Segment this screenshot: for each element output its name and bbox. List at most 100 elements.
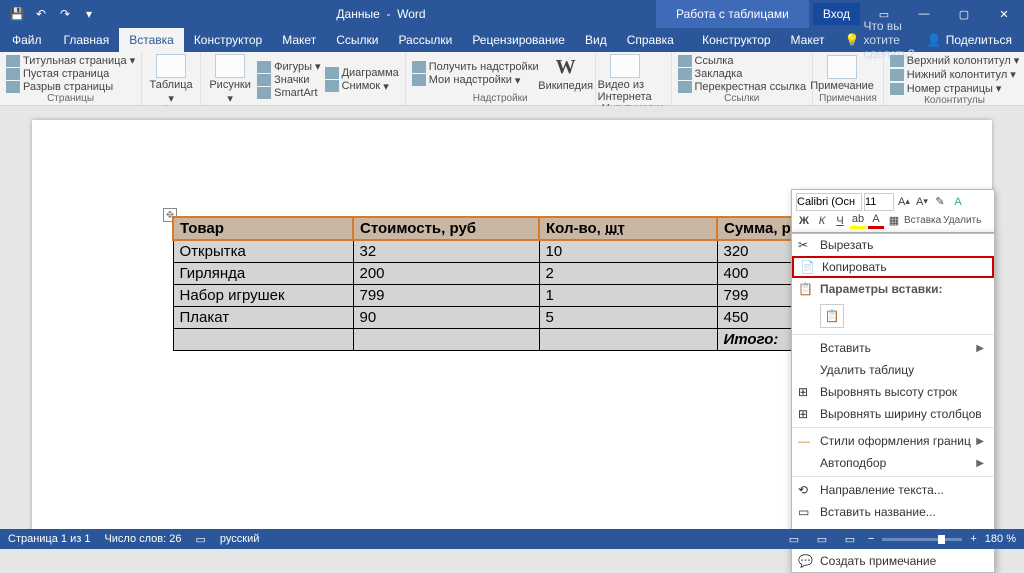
doc-name: Данные [336,7,379,21]
zoom-in-icon[interactable]: + [970,533,976,545]
contextual-tab-title: Работа с таблицами [656,0,809,28]
online-video-button[interactable]: Видео из Интернета [602,54,648,103]
ctx-autofit[interactable]: Автоподбор▶ [792,452,994,474]
group-label: Ссылки [678,93,807,105]
maximize-icon[interactable]: ▢ [944,0,984,28]
header-cell[interactable]: Кол-во, шт [539,217,717,240]
header-cell[interactable]: Стоимость, руб [353,217,539,240]
italic-button[interactable]: К [814,213,830,229]
footer-button[interactable]: Нижний колонтитул ▾ [890,68,1019,81]
screenshot-button[interactable]: Снимок ▾ [325,80,399,93]
group-addins: Получить надстройки Мои надстройки ▾ WВи… [406,52,596,105]
font-size-select[interactable] [864,193,894,211]
status-proofing-icon[interactable]: ▭ [196,533,206,546]
smartart-button[interactable]: SmartArt [257,87,320,99]
table-button[interactable]: Таблица▾ [148,54,194,105]
zoom-slider[interactable] [882,538,962,541]
ribbon: Титульная страница ▾ Пустая страница Раз… [0,52,1024,106]
ctx-insert-caption[interactable]: ▭Вставить название... [792,501,994,523]
share-button[interactable]: 👤 Поделиться [915,28,1024,52]
pictures-icon [215,54,245,78]
status-page[interactable]: Страница 1 из 1 [8,533,90,545]
cut-icon: ✂ [798,238,812,252]
redo-icon[interactable]: ↷ [54,3,76,25]
comment-button[interactable]: Примечание [819,55,865,92]
undo-icon[interactable]: ↶ [30,3,52,25]
ctx-insert[interactable]: Вставить▶ [792,337,994,359]
my-addins-button[interactable]: Мои надстройки ▾ [412,74,539,87]
borders-icon[interactable]: ▦ [886,213,902,229]
screenshot-icon [325,80,339,92]
qat-customize-icon[interactable]: ▾ [78,3,100,25]
close-icon[interactable]: ✕ [984,0,1024,28]
delete-label[interactable]: Удалить [943,215,981,226]
tab-home[interactable]: Главная [54,28,120,52]
ctx-delete-table[interactable]: Удалить таблицу [792,359,994,381]
caption-icon: ▭ [798,505,812,519]
bookmark-button[interactable]: Закладка [678,68,807,80]
status-language[interactable]: русский [220,533,259,545]
blank-page-button[interactable]: Пустая страница [6,68,135,80]
table-icon [156,54,186,78]
link-button[interactable]: Ссылка [678,55,807,67]
blank-page-icon [6,68,20,80]
highlight-icon[interactable]: ab [850,213,866,229]
web-layout-icon[interactable]: ▭ [840,531,860,547]
paste-keep-formatting-icon[interactable]: 📋 [820,304,844,328]
zoom-out-icon[interactable]: − [868,533,874,545]
underline-button[interactable]: Ч [832,213,848,229]
save-icon[interactable]: 💾 [6,3,28,25]
get-addins-button[interactable]: Получить надстройки [412,61,539,73]
ctx-copy[interactable]: 📄Копировать [792,256,994,278]
font-color-icon[interactable]: A [868,213,884,229]
ctx-new-comment[interactable]: 💬Создать примечание [792,550,994,572]
tab-table-design[interactable]: Конструктор [692,28,780,52]
font-family-select[interactable] [796,193,862,211]
insert-label[interactable]: Вставка [904,215,941,226]
bookmark-icon [678,68,692,80]
tab-help[interactable]: Справка [617,28,684,52]
header-cell[interactable]: Товар [173,217,353,240]
tab-design-doc[interactable]: Конструктор [184,28,272,52]
tell-me-search[interactable]: 💡 Что вы хотите сделать? [845,28,915,52]
tab-table-layout[interactable]: Макет [781,28,835,52]
window-title: Данные - Word [106,7,656,21]
tab-references[interactable]: Ссылки [326,28,388,52]
shrink-font-icon[interactable]: A▾ [914,194,930,210]
pictures-button[interactable]: Рисунки▾ [207,54,253,105]
ctx-cut[interactable]: ✂Вырезать [792,234,994,256]
crossref-button[interactable]: Перекрестная ссылка [678,81,807,93]
tab-review[interactable]: Рецензирование [462,28,575,52]
bold-button[interactable]: Ж [796,213,812,229]
styles-icon[interactable]: A [950,194,966,210]
grow-font-icon[interactable]: A▴ [896,194,912,210]
read-mode-icon[interactable]: ▭ [784,531,804,547]
ctx-paste-options-header: 📋Параметры вставки: [792,278,994,300]
tab-file[interactable]: Файл [0,28,54,52]
shapes-button[interactable]: Фигуры ▾ [257,60,320,73]
header-button[interactable]: Верхний колонтитул ▾ [890,54,1019,67]
tab-insert[interactable]: Вставка [119,28,184,52]
page-break-button[interactable]: Разрыв страницы [6,81,135,93]
tab-view[interactable]: Вид [575,28,617,52]
icons-button[interactable]: Значки [257,74,320,86]
print-layout-icon[interactable]: ▭ [812,531,832,547]
status-words[interactable]: Число слов: 26 [104,533,181,545]
chart-icon [325,67,339,79]
ctx-border-styles[interactable]: —Стили оформления границ▶ [792,430,994,452]
chart-button[interactable]: Диаграмма [325,67,399,79]
wikipedia-button[interactable]: WВикипедия [543,56,589,92]
tab-layout-doc[interactable]: Макет [272,28,326,52]
icons-icon [257,74,271,86]
login-button[interactable]: Вход [813,3,860,25]
format-painter-icon[interactable]: ✎ [932,194,948,210]
tab-mailings[interactable]: Рассылки [388,28,462,52]
ctx-distribute-rows[interactable]: ⊞Выровнять высоту строк [792,381,994,403]
ctx-distribute-cols[interactable]: ⊞Выровнять ширину столбцов [792,403,994,425]
zoom-level[interactable]: 180 % [985,533,1016,545]
group-label: Примечания [819,93,877,105]
video-icon [610,54,640,78]
ctx-text-direction[interactable]: ⟲Направление текста... [792,479,994,501]
cover-page-button[interactable]: Титульная страница ▾ [6,54,135,67]
pagenum-button[interactable]: Номер страницы ▾ [890,82,1019,95]
